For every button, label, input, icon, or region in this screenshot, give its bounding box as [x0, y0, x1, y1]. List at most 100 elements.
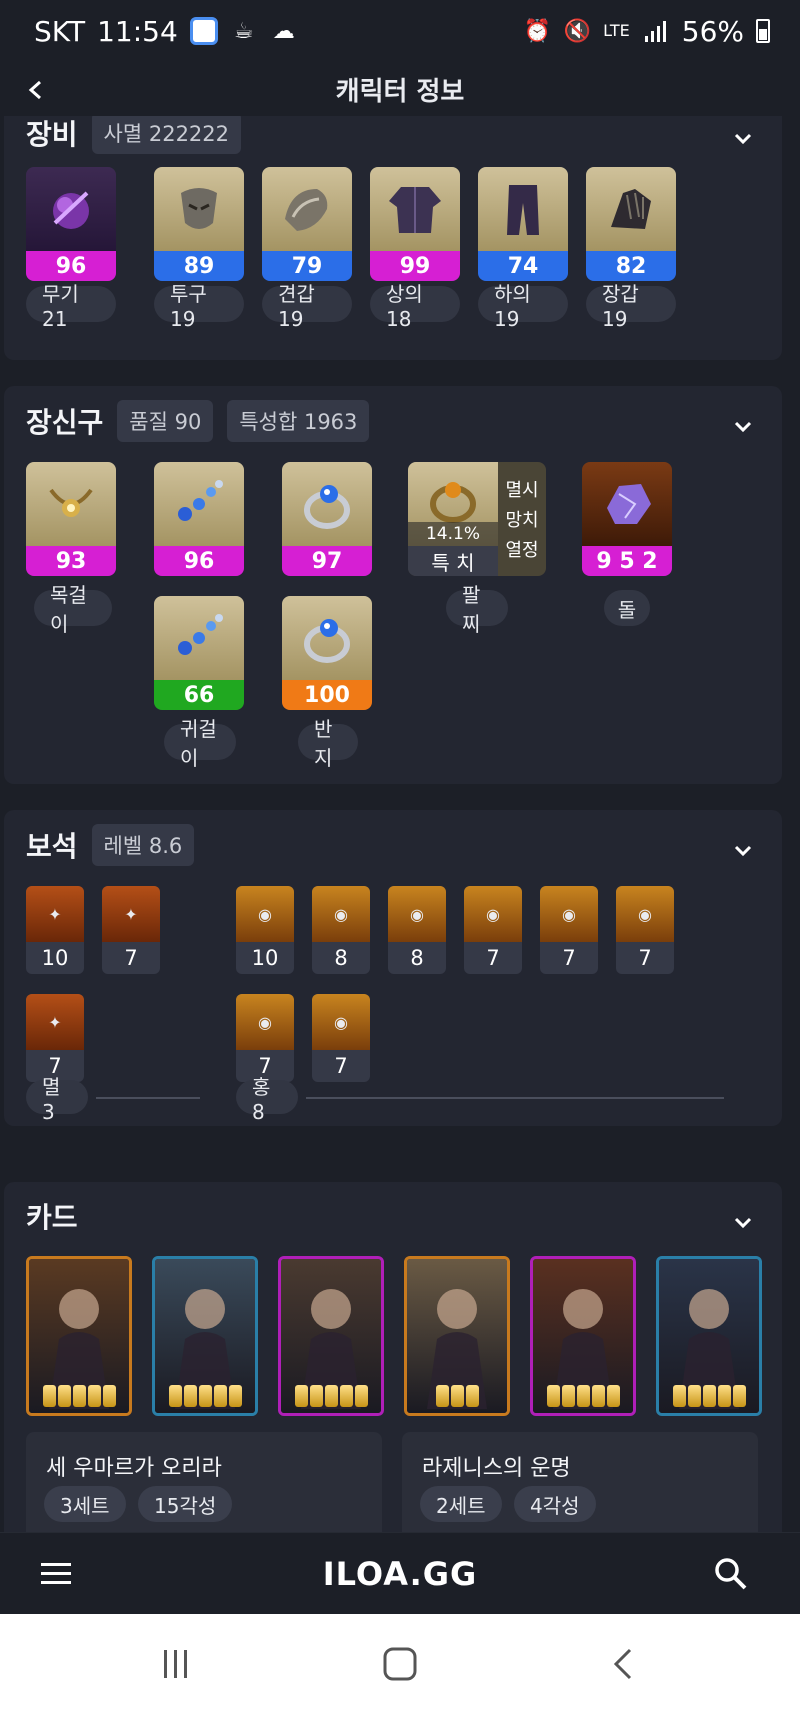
equipment-gloves[interactable]: 82: [586, 167, 676, 281]
awakening-stones: [155, 1385, 255, 1407]
gem-item[interactable]: ◉ 7: [616, 886, 674, 974]
awakening-stone-icon: [576, 1385, 590, 1407]
brand-logo[interactable]: ILOA.GG: [323, 1555, 478, 1593]
bracelet[interactable]: 14.1% 특 치 멸시 망치 열정: [408, 462, 546, 576]
recent-apps-icon[interactable]: [156, 1644, 196, 1684]
pants-image: [478, 167, 568, 251]
scroll-content[interactable]: 장비 사멸 222222 96 89 79 99 74 82 무기 21 투구 …: [0, 116, 800, 1532]
card-item[interactable]: [656, 1256, 762, 1416]
ability-stone[interactable]: 9 5 2: [582, 462, 672, 576]
quality-bar: 96: [26, 251, 116, 281]
bowl-icon: ☕: [233, 18, 254, 44]
awakening-stones: [659, 1385, 759, 1407]
quality-bar: 100: [282, 680, 372, 710]
gem-item[interactable]: ✦ 7: [102, 886, 160, 974]
chevron-down-icon[interactable]: [730, 126, 756, 152]
equipment-label: 상의 18: [370, 282, 460, 331]
search-icon[interactable]: [712, 1555, 748, 1591]
card-item[interactable]: [26, 1256, 132, 1416]
bracelet-percent: 14.1%: [408, 522, 498, 546]
equipment-shoulder[interactable]: 79: [262, 167, 352, 281]
ring-image: [282, 596, 372, 680]
chevron-down-icon[interactable]: [730, 414, 756, 440]
bracelet-effect: 열정: [505, 540, 539, 561]
awakening-stone-icon: [591, 1385, 605, 1407]
carrier: SKT: [34, 14, 86, 48]
app-bottom-bar: ILOA.GG: [0, 1532, 800, 1614]
awakening-stone-icon: [183, 1385, 197, 1407]
awakening-stone-icon: [702, 1385, 716, 1407]
alarm-icon: ⏰: [523, 18, 551, 44]
gem-item[interactable]: ◉ 7: [312, 994, 370, 1082]
accessory-earring-2[interactable]: 66: [154, 596, 244, 710]
awakening-stone-icon: [102, 1385, 116, 1407]
equipment-label: 무기 21: [26, 282, 116, 331]
stone-image: [582, 462, 672, 546]
gem-item[interactable]: ◉ 7: [540, 886, 598, 974]
home-icon[interactable]: [380, 1644, 420, 1684]
card-item[interactable]: [152, 1256, 258, 1416]
gem-item[interactable]: ✦ 10: [26, 886, 84, 974]
card-set[interactable]: 세 우마르가 오리라 3세트 15각성: [26, 1432, 382, 1532]
back-nav-icon[interactable]: [604, 1644, 644, 1684]
gems-title: 보석: [26, 830, 78, 863]
accessory-earring-1[interactable]: 96: [154, 462, 244, 576]
gem-item[interactable]: ◉ 7: [464, 886, 522, 974]
equipment-title: 장비: [26, 118, 78, 151]
chevron-down-icon[interactable]: [730, 838, 756, 864]
gem-item[interactable]: ◉ 10: [236, 886, 294, 974]
awakening-stones: [533, 1385, 633, 1407]
awakening-stone-icon: [42, 1385, 56, 1407]
awakening-stone-icon: [294, 1385, 308, 1407]
accessory-ring-2[interactable]: 100: [282, 596, 372, 710]
equipment-weapon[interactable]: 96: [26, 167, 116, 281]
gem-red-icon: ✦: [26, 994, 84, 1050]
gem-item[interactable]: ◉ 8: [312, 886, 370, 974]
bracelet-effect: 멸시: [505, 480, 539, 501]
equipment-label: 하의 19: [478, 282, 568, 331]
gem-level: 10: [251, 946, 279, 970]
quality-chip: 품질 90: [117, 400, 214, 442]
accessory-necklace[interactable]: 93: [26, 462, 116, 576]
gem-item[interactable]: ◉ 7: [236, 994, 294, 1082]
awakening-stones: [407, 1385, 507, 1407]
card-item[interactable]: [530, 1256, 636, 1416]
card-set-name: 세 우마르가 오리라: [46, 1456, 222, 1481]
gem-item[interactable]: ✦ 7: [26, 994, 84, 1082]
gem-group-label: 홍 8: [236, 1075, 298, 1124]
equipment-helmet[interactable]: 89: [154, 167, 244, 281]
back-icon[interactable]: [18, 72, 54, 108]
chevron-down-icon[interactable]: [730, 1210, 756, 1236]
awakening-stone-icon: [168, 1385, 182, 1407]
card-set[interactable]: 라제니스의 운명 2세트 4각성: [402, 1432, 758, 1532]
divider: [96, 1097, 200, 1099]
accessory-label: 돌: [604, 590, 650, 626]
quality-bar: 96: [154, 546, 244, 576]
awakening-stone-icon: [672, 1385, 686, 1407]
gem-group-label: 멸 3: [26, 1075, 88, 1124]
page-header: 캐릭터 정보: [0, 62, 800, 116]
quality-bar: 99: [370, 251, 460, 281]
awakening-stone-icon: [228, 1385, 242, 1407]
quality-bar: 93: [26, 546, 116, 576]
equipment-label: 장갑 19: [586, 282, 676, 331]
accessory-ring-1[interactable]: 97: [282, 462, 372, 576]
accessories-title: 장신구: [26, 406, 104, 439]
awakening-stone-icon: [546, 1385, 560, 1407]
gem-orange-icon: ◉: [236, 994, 294, 1050]
gem-red-icon: ✦: [102, 886, 160, 942]
card-item[interactable]: [278, 1256, 384, 1416]
awakening-stone-icon: [606, 1385, 620, 1407]
awakening-stone-icon: [339, 1385, 353, 1407]
menu-icon[interactable]: [38, 1555, 74, 1591]
gem-item[interactable]: ◉ 8: [388, 886, 446, 974]
equipment-set-chip: 사멸 222222: [91, 116, 242, 154]
equipment-chest[interactable]: 99: [370, 167, 460, 281]
quality-bar: 97: [282, 546, 372, 576]
card-item[interactable]: [404, 1256, 510, 1416]
awakening-stone-icon: [450, 1385, 464, 1407]
equipment-pants[interactable]: 74: [478, 167, 568, 281]
quality-bar: 79: [262, 251, 352, 281]
ring-image: [282, 462, 372, 546]
accessory-label: 반지: [298, 717, 358, 770]
